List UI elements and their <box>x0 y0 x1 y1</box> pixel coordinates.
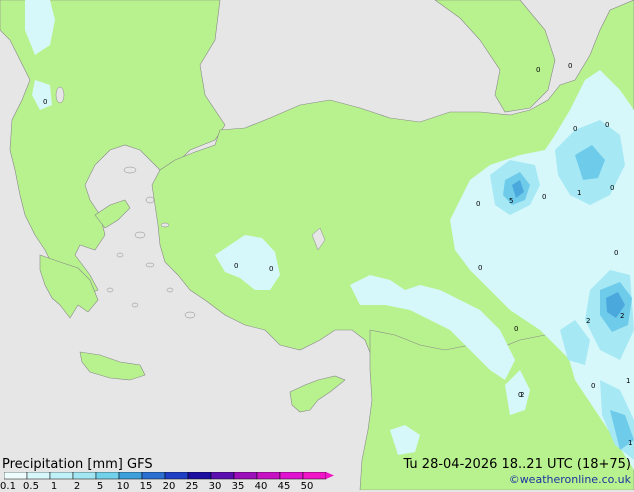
color-scale-tick-label: 45 <box>277 481 291 492</box>
color-scale-tick-label: 25 <box>185 481 199 492</box>
color-scale-tick-label: 0.5 <box>23 481 39 492</box>
color-scale-segment <box>187 472 212 480</box>
color-scale-bar <box>4 472 334 480</box>
color-scale-tick-label: 1 <box>50 481 58 492</box>
color-scale-tick-label: 2 <box>73 481 81 492</box>
point-value: 5 <box>509 197 513 205</box>
color-scale-segment <box>49 472 74 480</box>
point-value: 2 <box>620 312 624 320</box>
point-value: 0 <box>591 382 595 390</box>
point-value: 0 <box>518 391 522 399</box>
color-scale-segment <box>72 472 97 480</box>
point-value: 0 <box>605 121 609 129</box>
point-value: 0 <box>43 98 47 106</box>
point-value: 1 <box>626 377 630 385</box>
point-value: 0 <box>610 184 614 192</box>
color-scale-tick-label: 30 <box>208 481 222 492</box>
color-scale-segment <box>95 472 120 480</box>
valid-time: Tu 28-04-2026 18..21 UTC (18+75) <box>403 457 631 472</box>
point-value: 0 <box>514 325 518 333</box>
point-value: 0 <box>573 125 577 133</box>
color-scale-tick-label: 50 <box>300 481 314 492</box>
color-scale-segment <box>26 472 51 480</box>
color-scale-tick-label: 0.1 <box>0 481 16 492</box>
color-scale-segment <box>302 472 327 480</box>
color-scale-segment <box>4 472 28 480</box>
color-scale-segment <box>164 472 189 480</box>
point-value: 0 <box>269 265 273 273</box>
point-value: 0 <box>234 262 238 270</box>
point-value: 1 <box>628 439 632 447</box>
color-scale-tick-label: 10 <box>116 481 130 492</box>
color-scale-tick-label: 15 <box>139 481 153 492</box>
point-value: 0 <box>478 264 482 272</box>
point-value: 0 <box>614 249 618 257</box>
color-scale-segment <box>210 472 235 480</box>
point-value: 0 <box>476 200 480 208</box>
legend-title: Precipitation [mm] GFS <box>2 457 153 472</box>
point-value: 1 <box>577 189 581 197</box>
point-value: 0 <box>536 66 540 74</box>
color-scale-segment <box>256 472 281 480</box>
color-scale-tick-label: 40 <box>254 481 268 492</box>
color-scale-tick-label: 20 <box>162 481 176 492</box>
color-scale-segment <box>141 472 166 480</box>
weather-map: 0 0 0 0 0 1 0 5 0 0 0 0 0 0 2 2 0 1 0 2 … <box>0 0 634 490</box>
color-scale-arrow <box>326 472 334 479</box>
credit-link[interactable]: ©weatheronline.co.uk <box>509 474 631 485</box>
color-scale-segment <box>233 472 258 480</box>
color-scale-tick-label: 35 <box>231 481 245 492</box>
color-scale-tick-label: 5 <box>96 481 104 492</box>
point-value: 0 <box>568 62 572 70</box>
color-scale-segment <box>279 472 304 480</box>
point-value: 0 <box>542 193 546 201</box>
color-scale: 0.1 0.5 1 2 5 10 15 20 25 30 35 40 45 50 <box>0 472 334 492</box>
color-scale-segment <box>118 472 143 480</box>
point-value: 2 <box>586 317 590 325</box>
